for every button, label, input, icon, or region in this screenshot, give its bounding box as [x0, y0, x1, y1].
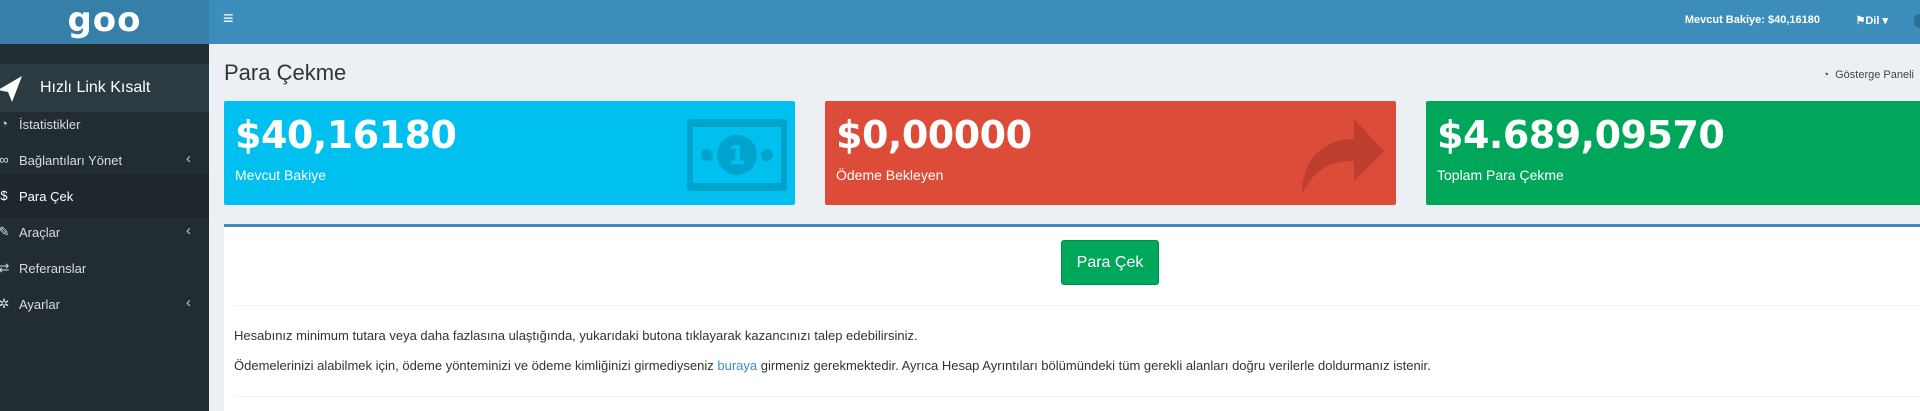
link-icon: ∞	[0, 152, 9, 167]
breadcrumb-dashboard-link[interactable]: Gösterge Paneli	[1835, 69, 1914, 81]
sidebar-brand-label: Hızlı Link Kısalt	[40, 79, 151, 96]
stat-box-pending-payment: $0,00000 Ödeme Bekleyen	[825, 101, 1396, 205]
gears-icon: ✲	[0, 296, 10, 311]
dashboard-icon: ◔	[1822, 69, 1830, 81]
logo[interactable]: goo	[0, 0, 209, 44]
chevron-left-icon: ‹	[186, 294, 191, 311]
breadcrumb[interactable]: ◔ Gösterge Paneli	[1822, 69, 1914, 81]
sidebar-item-label: Para Çek	[19, 189, 74, 204]
payment-info-text-end: girmeniz gerekmektedir. Ayrıca Hesap Ayr…	[757, 358, 1431, 373]
language-label: Dil ▾	[1865, 15, 1888, 27]
sidebar-item-label: Ayarlar	[19, 297, 60, 312]
svg-text:1: 1	[728, 141, 746, 171]
withdraw-button[interactable]: Para Çek	[1061, 240, 1159, 285]
hamburger-menu-icon[interactable]: ≡	[223, 8, 234, 29]
share-icon	[1302, 119, 1384, 195]
withdraw-panel: Para Çek Hesabınız minimum tutara veya d…	[224, 224, 1920, 411]
stat-label: Toplam Para Çekme	[1437, 167, 1564, 183]
dollar-icon: $	[0, 188, 8, 203]
chevron-left-icon: ‹	[186, 222, 191, 239]
money-icon: 1	[687, 119, 787, 191]
stat-value: $0,00000	[836, 113, 1032, 157]
account-details-link[interactable]: buraya	[717, 358, 757, 373]
stat-label: Mevcut Bakiye	[235, 167, 327, 183]
sidebar-item-label: İstatistikler	[19, 117, 81, 132]
sidebar-item-label: Referanslar	[19, 261, 87, 276]
payment-info-text: Ödemelerinizi alabilmek için, ödeme yönt…	[234, 358, 1431, 373]
language-dropdown[interactable]: ⚑Dil ▾	[1855, 14, 1888, 27]
wrench-icon: ✎	[0, 224, 10, 239]
stat-box-current-balance: $40,16180 Mevcut Bakiye 1	[224, 101, 795, 205]
dashboard-icon: ◔	[0, 116, 8, 131]
top-navbar: ≡ Mevcut Bakiye: $40,16180 ⚑Dil ▾	[209, 0, 1920, 44]
header-balance: Mevcut Bakiye: $40,16180	[1684, 14, 1820, 26]
sidebar: Hızlı Link Kısalt ◔ İstatistikler ∞ Bağl…	[0, 44, 209, 411]
stat-label: Ödeme Bekleyen	[836, 167, 944, 183]
stat-value: $40,16180	[235, 113, 457, 157]
sidebar-item-settings[interactable]: ✲ Ayarlar ‹	[0, 282, 209, 326]
stat-box-total-withdrawn: $4.689,09570 Toplam Para Çekme	[1426, 101, 1920, 205]
avatar[interactable]	[1914, 14, 1920, 28]
chevron-left-icon: ‹	[186, 150, 191, 167]
flag-icon: ⚑	[1855, 15, 1866, 27]
sidebar-item-label: Bağlantıları Yönet	[19, 153, 123, 168]
stat-value: $4.689,09570	[1437, 113, 1725, 157]
payment-info-text-start: Ödemelerinizi alabilmek için, ödeme yönt…	[234, 358, 718, 373]
divider	[234, 305, 1920, 306]
paper-plane-icon	[0, 76, 22, 102]
withdraw-info-text: Hesabınız minimum tutara veya daha fazla…	[234, 328, 918, 343]
page-title: Para Çekme	[224, 60, 347, 85]
sidebar-item-label: Araçlar	[19, 225, 61, 240]
exchange-icon: ⇄	[0, 260, 10, 275]
divider	[234, 396, 1920, 397]
